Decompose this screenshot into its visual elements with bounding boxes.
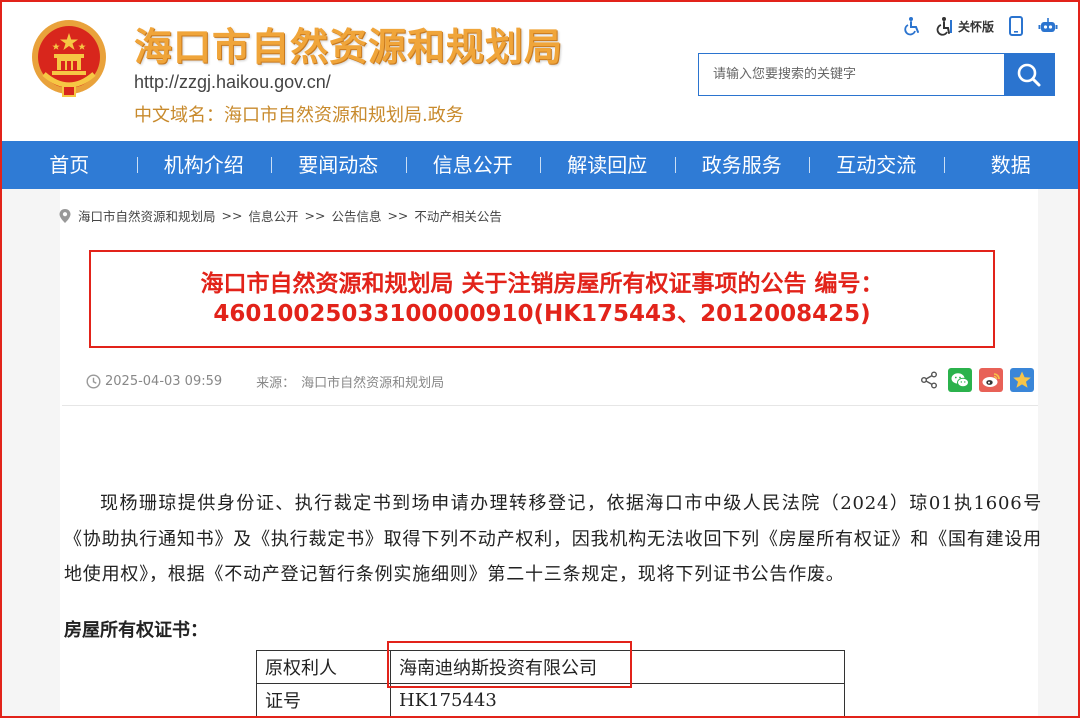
main-nav: 首页 机构介绍 要闻动态 信息公开 解读回应 政务服务 互动交流 数据 — [2, 141, 1078, 189]
source-value: 海口市自然资源和规划局 — [301, 376, 445, 391]
location-pin-icon — [59, 208, 71, 223]
site-title: 海口市自然资源和规划局 — [134, 25, 564, 69]
share-weibo-button[interactable] — [979, 368, 1003, 392]
search-input[interactable] — [699, 54, 1004, 95]
nav-item-home[interactable]: 首页 — [2, 141, 137, 189]
site-url[interactable]: http://zzgj.haikou.gov.cn/ — [134, 72, 331, 93]
wheelchair-icon — [904, 17, 919, 36]
nav-item-interpretation[interactable]: 解读回应 — [540, 141, 675, 189]
section-title: 房屋所有权证书： — [64, 620, 208, 641]
breadcrumb-item-real-estate[interactable]: 不动产相关公告 — [414, 206, 502, 225]
meta-divider — [62, 405, 1038, 406]
breadcrumb-item-home[interactable]: 海口市自然资源和规划局 — [78, 206, 216, 225]
nav-item-news[interactable]: 要闻动态 — [271, 141, 406, 189]
table-cell-value: 海南迪纳斯投资有限公司 — [390, 650, 845, 684]
weibo-icon — [982, 373, 1000, 387]
site-header: 海口市自然资源和规划局 http://zzgj.haikou.gov.cn/ 中… — [0, 0, 1080, 140]
share-wechat-button[interactable] — [948, 368, 972, 392]
share-button[interactable] — [917, 368, 941, 392]
breadcrumb-separator: >> — [387, 208, 409, 223]
mobile-phone-icon — [1009, 16, 1023, 36]
cn-domain-value[interactable]: 海口市自然资源和规划局.政务 — [224, 105, 464, 126]
breadcrumb: 海口市自然资源和规划局 >> 信息公开 >> 公告信息 >> 不动产相关公告 — [58, 206, 502, 225]
article-title-line-2: 46010025033100000910(HK175443、2012008425… — [213, 301, 871, 327]
mobile-version-button[interactable] — [1008, 16, 1024, 36]
qzone-star-icon — [1013, 371, 1031, 388]
table-cell-value: HK175443 — [390, 683, 845, 717]
accessibility-toolbar: 关怀版 — [902, 16, 1058, 36]
article-title-line-1: 海口市自然资源和规划局 关于注销房屋所有权证事项的公告 编号： — [200, 271, 884, 297]
article-body: 现杨珊琼提供身份证、执行裁定书到场申请办理转移登记，依据海口市中级人民法院（20… — [64, 493, 1042, 585]
share-qzone-button[interactable] — [1010, 368, 1034, 392]
search-button[interactable] — [1004, 54, 1054, 95]
nav-item-interaction[interactable]: 互动交流 — [809, 141, 944, 189]
nav-item-services[interactable]: 政务服务 — [674, 141, 810, 189]
robot-assistant-button[interactable] — [1038, 17, 1058, 35]
accessibility-button[interactable] — [902, 16, 922, 36]
nav-item-about[interactable]: 机构介绍 — [136, 141, 272, 189]
table-cell-key: 原权利人 — [256, 650, 391, 684]
publish-date: 2025-04-03 09:59 — [105, 374, 223, 389]
clock-icon — [86, 374, 101, 389]
certificate-table: 原权利人 海南迪纳斯投资有限公司 证号 HK175443 — [256, 650, 845, 717]
article-title: 海口市自然资源和规划局 关于注销房屋所有权证事项的公告 编号： 46010025… — [89, 250, 995, 348]
article-meta: 2025-04-03 09:59 来源： 海口市自然资源和规划局 — [86, 372, 444, 391]
robot-icon — [1038, 18, 1058, 32]
breadcrumb-separator: >> — [221, 208, 243, 223]
nav-item-data[interactable]: 数据 — [943, 141, 1079, 189]
table-row: 原权利人 海南迪纳斯投资有限公司 — [256, 650, 845, 684]
elder-care-icon — [936, 17, 952, 36]
breadcrumb-item-announcements[interactable]: 公告信息 — [331, 206, 381, 225]
share-bar — [917, 368, 1034, 392]
site-cn-domain: 中文域名：海口市自然资源和规划局.政务 — [134, 101, 464, 127]
cn-domain-label: 中文域名： — [134, 105, 224, 126]
care-mode-label: 关怀版 — [957, 19, 994, 34]
share-icon — [921, 371, 937, 389]
breadcrumb-separator: >> — [304, 208, 326, 223]
care-mode-button[interactable]: 关怀版 — [936, 16, 994, 36]
table-cell-key: 证号 — [256, 683, 391, 717]
breadcrumb-item-info-disclosure[interactable]: 信息公开 — [248, 206, 298, 225]
nav-item-info-disclosure[interactable]: 信息公开 — [405, 141, 541, 189]
table-row: 证号 HK175443 — [256, 683, 845, 717]
search-icon — [1017, 63, 1041, 86]
search-box — [698, 53, 1055, 96]
source-label: 来源： — [256, 376, 296, 391]
wechat-icon — [951, 373, 969, 388]
national-emblem-icon — [32, 20, 106, 97]
